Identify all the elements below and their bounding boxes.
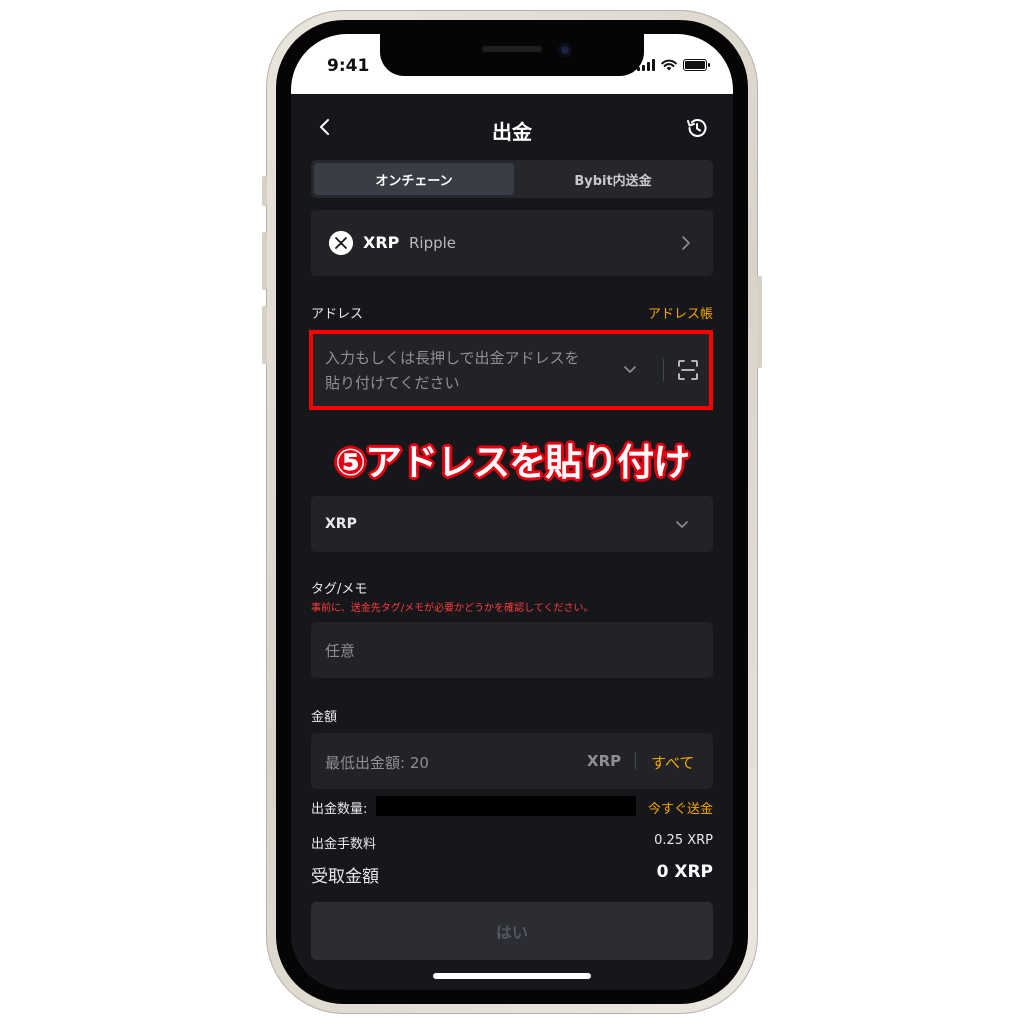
redacted-value xyxy=(376,796,636,816)
tab-onchain[interactable]: オンチェーン xyxy=(314,163,514,195)
coin-name: Ripple xyxy=(409,234,457,252)
memo-field[interactable]: 任意 xyxy=(311,622,713,678)
page-title: 出金 xyxy=(492,120,532,144)
status-icons xyxy=(637,58,710,72)
fee-value: 0.25 XRP xyxy=(654,833,713,848)
chevron-down-icon xyxy=(676,521,688,528)
network-selector[interactable]: XRP xyxy=(311,496,713,552)
status-time: 9:41 xyxy=(327,56,370,76)
network-value: XRP xyxy=(325,516,357,532)
address-label: アドレス xyxy=(311,307,364,322)
xrp-icon xyxy=(329,231,353,255)
front-camera xyxy=(558,43,572,57)
amount-unit: XRP xyxy=(587,752,622,770)
withdraw-qty-label: 出金数量: xyxy=(311,802,368,817)
fee-label: 出金手数料 xyxy=(311,837,377,852)
history-icon[interactable] xyxy=(685,116,709,140)
coin-selector[interactable]: XRP Ripple xyxy=(311,210,713,276)
memo-warning: 事前に、送金先タグ/メモが必要かどうかを確認してください。 xyxy=(311,603,594,614)
divider xyxy=(635,752,636,770)
power-button xyxy=(757,276,762,368)
coin-symbol: XRP xyxy=(363,233,400,252)
address-book-link[interactable]: アドレス帳 xyxy=(648,303,713,322)
send-now-link[interactable]: 今すぐ送金 xyxy=(648,798,713,817)
withdraw-type-tabs: オンチェーン Bybit内送金 xyxy=(311,160,713,198)
memo-label: タグ/メモ xyxy=(311,582,368,597)
volume-down-button xyxy=(262,306,267,364)
battery-icon xyxy=(683,59,710,71)
withdraw-screen: 出金 オンチェーン Bybit内送金 XRP Ripple アドレス アドレス帳 xyxy=(291,94,733,990)
tab-bybit-internal[interactable]: Bybit内送金 xyxy=(513,163,713,195)
status-bar: 9:41 xyxy=(291,34,733,94)
home-indicator[interactable] xyxy=(433,973,591,979)
receive-value: 0 XRP xyxy=(656,862,713,882)
wifi-icon xyxy=(661,59,677,71)
amount-field[interactable]: 最低出金額: 20 XRP すべて xyxy=(311,733,713,789)
address-highlight-box xyxy=(309,330,713,410)
annotation-caption: ⑤アドレスを貼り付け xyxy=(334,441,690,484)
speaker xyxy=(482,46,542,52)
phone-screen: 9:41 出金 オンチェーン Bybit内送金 XRP Ripple アドレス … xyxy=(291,34,733,990)
amount-label: 金額 xyxy=(311,710,338,725)
cellular-signal-icon xyxy=(637,59,655,71)
chevron-right-icon xyxy=(682,236,690,250)
memo-placeholder: 任意 xyxy=(325,642,356,660)
amount-placeholder: 最低出金額: 20 xyxy=(325,754,429,772)
receive-label: 受取金額 xyxy=(311,867,379,887)
max-amount-button[interactable]: すべて xyxy=(651,752,694,773)
silent-switch xyxy=(262,176,267,206)
notch xyxy=(380,34,644,76)
confirm-button[interactable]: はい xyxy=(311,902,713,960)
volume-up-button xyxy=(262,232,267,290)
